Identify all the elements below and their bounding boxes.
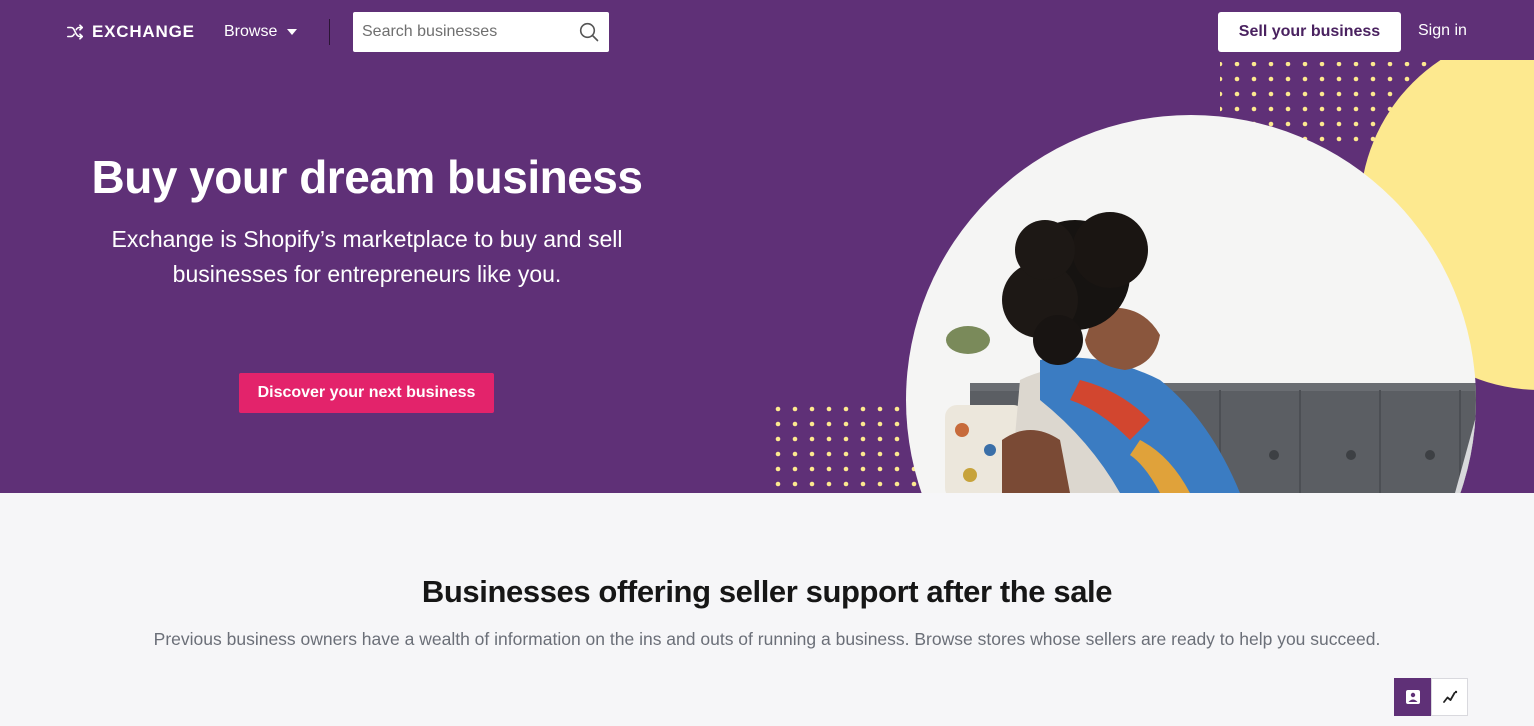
nav-divider	[329, 19, 330, 45]
browse-label: Browse	[224, 23, 278, 40]
sign-in-link[interactable]: Sign in	[1418, 22, 1467, 40]
section-subtitle: Previous business owners have a wealth o…	[153, 629, 1381, 649]
view-toggle	[1394, 678, 1469, 716]
search-bar	[353, 12, 609, 52]
image-icon	[1405, 690, 1420, 704]
hero-title: Buy your dream business	[91, 151, 643, 203]
sell-your-business-button[interactable]: Sell your business	[1218, 12, 1401, 52]
exchange-logo[interactable]: EXCHANGE	[66, 22, 195, 42]
section-title: Businesses offering seller support after…	[421, 574, 1113, 609]
discover-business-button[interactable]: Discover your next business	[239, 373, 494, 413]
hero-banner: EXCHANGE Browse Sell your business Sign …	[0, 0, 1534, 493]
chart-view-button[interactable]	[1431, 678, 1468, 716]
search-input[interactable]	[353, 12, 563, 52]
hero-illustration	[766, 60, 1534, 493]
hero-subtitle: Exchange is Shopify’s marketplace to buy…	[60, 222, 674, 292]
browse-dropdown[interactable]: Browse	[224, 21, 298, 43]
hero-subtitle-line: Exchange is Shopify’s marketplace to buy…	[111, 226, 623, 252]
search-icon[interactable]	[579, 22, 599, 42]
trend-chart-icon	[1442, 690, 1457, 703]
image-view-button[interactable]	[1394, 678, 1431, 716]
caret-down-icon	[287, 29, 298, 35]
shuffle-icon	[66, 24, 84, 40]
hero-subtitle-line: businesses for entrepreneurs like you.	[172, 261, 562, 287]
logo-text: EXCHANGE	[92, 22, 195, 41]
